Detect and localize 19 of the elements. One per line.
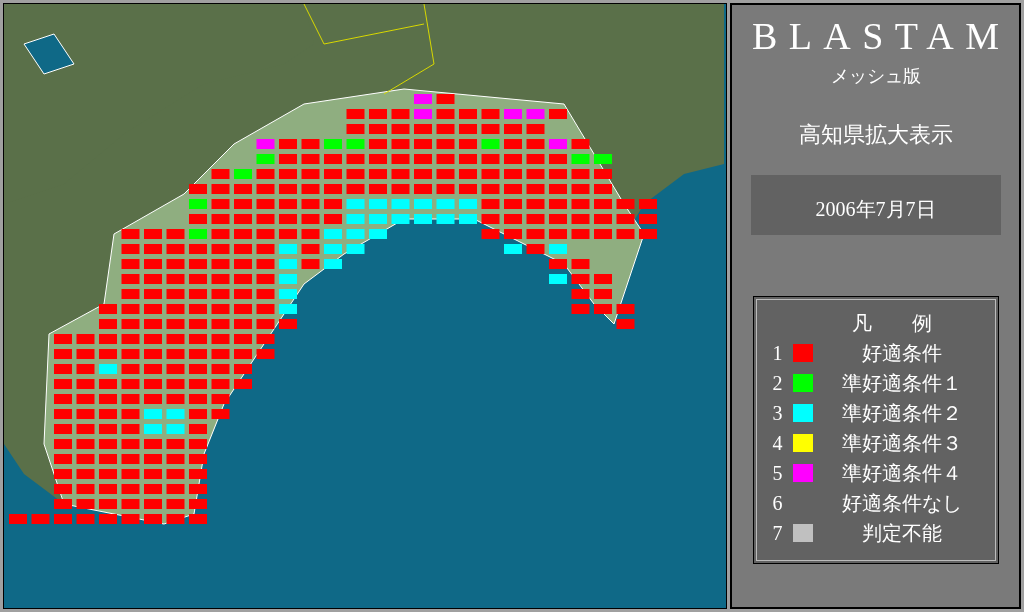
legend-title: 凡 例 [851,311,932,336]
legend-label: 準好適条件２ [841,401,962,426]
subtitle: メッシュ版 [830,65,921,88]
legend-number: 2 [772,371,784,396]
legend-number: 3 [772,401,784,426]
legend-label: 判定不能 [861,521,942,546]
legend-number: 5 [772,461,784,486]
legend-label: 好適条件なし [841,491,962,516]
legend-number: 7 [772,521,784,546]
legend-label: 準好適条件１ [841,371,962,396]
legend-number: 4 [772,431,784,456]
view-title: 高知県拡大表示 [798,121,953,149]
date-text: 2006年7月7日 [815,197,936,222]
legend-number: 1 [772,341,784,366]
app-title: BLASTAM [751,17,1011,55]
legend-label: 好適条件 [861,341,942,366]
legend-label: 準好適条件４ [841,461,962,486]
legend-number: 6 [772,491,784,516]
legend-label: 準好適条件３ [841,431,962,456]
